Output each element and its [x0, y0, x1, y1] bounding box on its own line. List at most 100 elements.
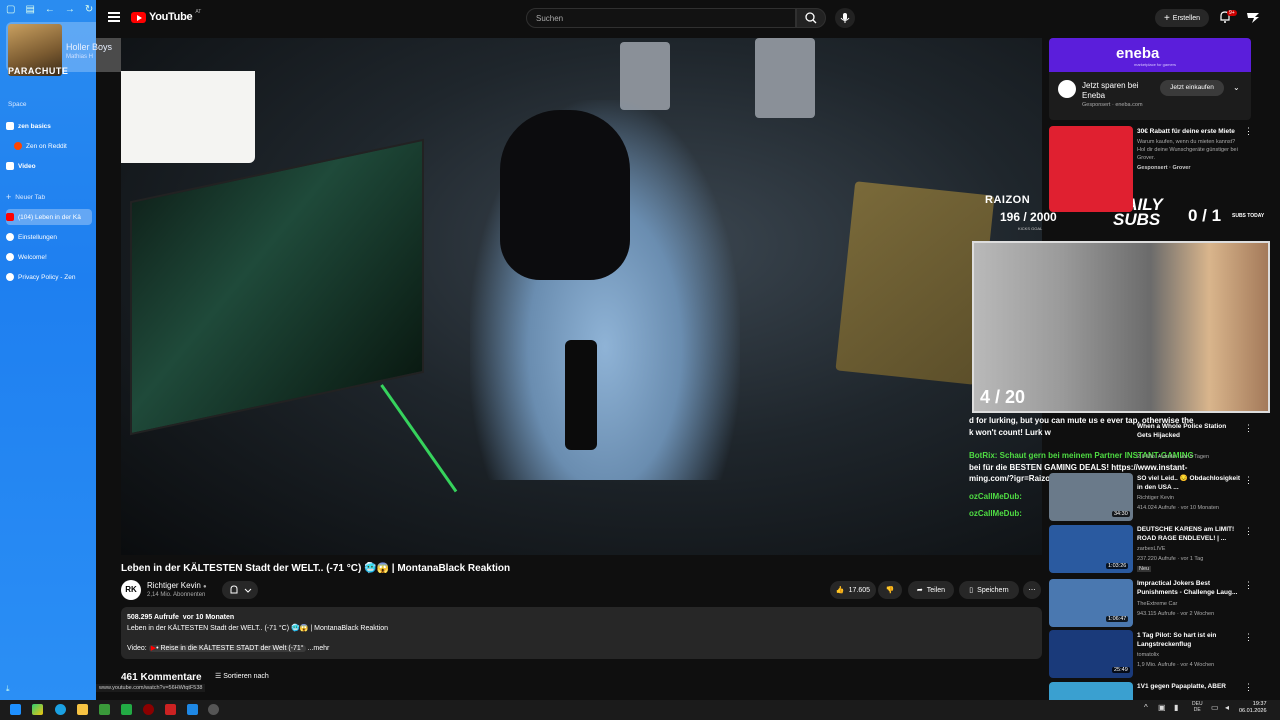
- rec-meta: 2,6 Mio. Aufrufe · vor 5 Tagen: [1137, 454, 1210, 460]
- space-label: Space: [8, 101, 27, 108]
- file-explorer-icon[interactable]: [77, 704, 88, 715]
- rec-meta: 943.115 Aufrufe · vor 2 Wochen: [1137, 611, 1215, 617]
- edge-icon[interactable]: [55, 704, 66, 715]
- app-icon[interactable]: [165, 704, 176, 715]
- rec-title[interactable]: SO viel Leid.. 😔 Obdachlosigkeit in den …: [1137, 475, 1241, 492]
- sidebar-tab-welcome[interactable]: Welcome!: [6, 249, 92, 265]
- chat-line: bei für die BESTEN GAMING DEALS! https:/…: [969, 462, 1188, 472]
- channel-avatar[interactable]: RK: [121, 580, 141, 600]
- tray-app-icon[interactable]: ▣: [1158, 703, 1166, 712]
- more-vert-icon[interactable]: ⋮: [1244, 126, 1253, 137]
- rec-channel[interactable]: tomatolix: [1137, 652, 1159, 658]
- subscriber-count: 2,14 Mio. Abonnenten: [147, 592, 206, 598]
- youtube-logo[interactable]: YouTube AT: [131, 9, 201, 23]
- download-icon[interactable]: ⤓: [6, 684, 10, 694]
- raizon-logo: RAIZON: [985, 194, 1031, 206]
- dislike-button[interactable]: 👎: [878, 581, 902, 599]
- raizon-kicks-count: 196 / 2000: [1000, 210, 1057, 224]
- plus-icon: +: [1163, 12, 1170, 24]
- sort-icon: ☰: [215, 673, 222, 680]
- back-icon[interactable]: ←: [45, 4, 55, 15]
- copilot-icon[interactable]: [32, 704, 43, 715]
- like-button[interactable]: 👍 17.605: [830, 581, 876, 599]
- ad-brand-logo: eneba: [1116, 45, 1160, 62]
- sidebar-item-zen-on-reddit[interactable]: Zen on Reddit: [14, 138, 100, 154]
- gold-play-button-plaque: [835, 181, 995, 385]
- search-input[interactable]: Suchen: [526, 8, 796, 28]
- rec-title[interactable]: DEUTSCHE KARENS am LIMIT! ROAD RAGE ENDL…: [1137, 526, 1241, 543]
- voice-search-button[interactable]: [835, 8, 855, 28]
- app-icon[interactable]: [143, 704, 154, 715]
- more-vert-icon[interactable]: ⋮: [1244, 423, 1253, 434]
- create-button[interactable]: + Erstellen: [1155, 9, 1209, 27]
- more-vert-icon[interactable]: ⋮: [1244, 526, 1253, 537]
- channel-name[interactable]: Richtiger Kevin ●: [147, 581, 207, 590]
- subscription-bell-button[interactable]: [222, 581, 258, 599]
- tray-mic-icon[interactable]: ▮: [1174, 703, 1178, 712]
- folder-icon: [6, 122, 14, 130]
- tray-chevron-icon[interactable]: ^: [1144, 703, 1148, 712]
- silver-play-button-plaque: [755, 38, 815, 118]
- search-icon: [805, 12, 817, 24]
- rec-description: Warum kaufen, wenn du mieten kannst? Hol…: [1137, 139, 1238, 161]
- rec-title[interactable]: 1V1 gegen Papaplatte, ABER: [1137, 683, 1241, 692]
- rec-channel[interactable]: Richtiger Kevin: [1137, 495, 1174, 501]
- rec-thumbnail[interactable]: [1049, 126, 1133, 212]
- chevron-down-icon[interactable]: ⌄: [1233, 83, 1240, 92]
- sidebar-item-video[interactable]: Video: [6, 158, 92, 174]
- network-icon[interactable]: ▭: [1211, 703, 1219, 712]
- sidebar-tab-settings[interactable]: Einstellungen: [6, 229, 92, 245]
- rec-thumbnail[interactable]: [1049, 682, 1133, 700]
- settings-icon: [6, 233, 14, 241]
- sidebar-tab-privacy[interactable]: Privacy Policy - Zen: [6, 269, 92, 285]
- store-icon[interactable]: [99, 704, 110, 715]
- sidebar-item-zen-basics[interactable]: zen basics: [6, 118, 92, 134]
- volume-icon[interactable]: ◂: [1225, 703, 1229, 712]
- more-vert-icon[interactable]: ⋮: [1244, 632, 1253, 643]
- raizon-goal-label: KICKS GOAL: [1018, 226, 1043, 231]
- rec-title[interactable]: When a Whole Police Station Gets Hijacke…: [1137, 423, 1241, 440]
- sidebar-toggle-icon[interactable]: ▢: [6, 4, 15, 15]
- windows-start-icon[interactable]: [10, 704, 21, 715]
- app-icon[interactable]: [187, 704, 198, 715]
- subs-count: 0 / 1: [1188, 206, 1222, 225]
- rec-channel[interactable]: zarbexLIVE: [1137, 546, 1165, 552]
- rec-channel[interactable]: TheExtreme Car: [1137, 601, 1177, 607]
- rec-title[interactable]: 1 Tag Pilot: So hart ist ein Langstrecke…: [1137, 632, 1241, 649]
- rec-title[interactable]: 30€ Rabatt für deine erste Miete: [1137, 128, 1241, 137]
- save-button[interactable]: ▯ Speichern: [959, 581, 1019, 599]
- share-button[interactable]: ➦ Teilen: [908, 581, 954, 599]
- app-icon[interactable]: [121, 704, 132, 715]
- more-link[interactable]: ...mehr: [308, 645, 330, 652]
- forward-icon[interactable]: →: [65, 4, 75, 15]
- thumbs-up-icon: 👍: [835, 587, 845, 594]
- zen-browser-icon[interactable]: [208, 704, 219, 715]
- more-icon: ⋯: [1028, 587, 1036, 594]
- split-view-icon[interactable]: ▤: [25, 4, 34, 15]
- more-vert-icon[interactable]: ⋮: [1244, 475, 1253, 486]
- rec-duration: 1:03:26: [1106, 563, 1129, 569]
- more-vert-icon[interactable]: ⋮: [1244, 682, 1253, 693]
- language-indicator[interactable]: DEU DE: [1192, 701, 1203, 713]
- sidebar-tab-youtube[interactable]: (104) Leben in der Kä: [6, 209, 92, 225]
- rec-title[interactable]: Impractical Jokers Best Punishments - Ch…: [1137, 580, 1241, 597]
- new-tab-button[interactable]: + Neuer Tab: [6, 189, 92, 205]
- youtube-icon: [6, 213, 14, 221]
- new-badge: Neu: [1137, 566, 1152, 572]
- linked-video-chip[interactable]: ▶• Reise in die KÄLTESTE STADT der Welt …: [148, 645, 306, 652]
- account-icon[interactable]: [1246, 10, 1260, 24]
- more-actions-button[interactable]: ⋯: [1023, 581, 1041, 599]
- sidebar-toolbar: ▢ ▤ ← → ↻: [6, 4, 93, 15]
- sort-comments-button[interactable]: ☰ Sortieren nach: [215, 672, 269, 680]
- more-vert-icon[interactable]: ⋮: [1244, 580, 1253, 591]
- rec-duration: 1:06:47: [1106, 616, 1129, 622]
- ad-card[interactable]: [1049, 72, 1251, 120]
- system-clock[interactable]: 19:37 06.01.2026: [1239, 701, 1267, 715]
- reload-icon[interactable]: ↻: [85, 4, 93, 15]
- ad-cta-button[interactable]: Jetzt einkaufen: [1160, 80, 1224, 96]
- video-stats: 508.295 Aufrufe vor 10 Monaten: [127, 614, 235, 621]
- ad-brand-icon: [1058, 80, 1076, 98]
- menu-icon[interactable]: [108, 12, 120, 22]
- album-art-text: PARACHUTE: [8, 66, 69, 76]
- search-button[interactable]: [796, 8, 826, 28]
